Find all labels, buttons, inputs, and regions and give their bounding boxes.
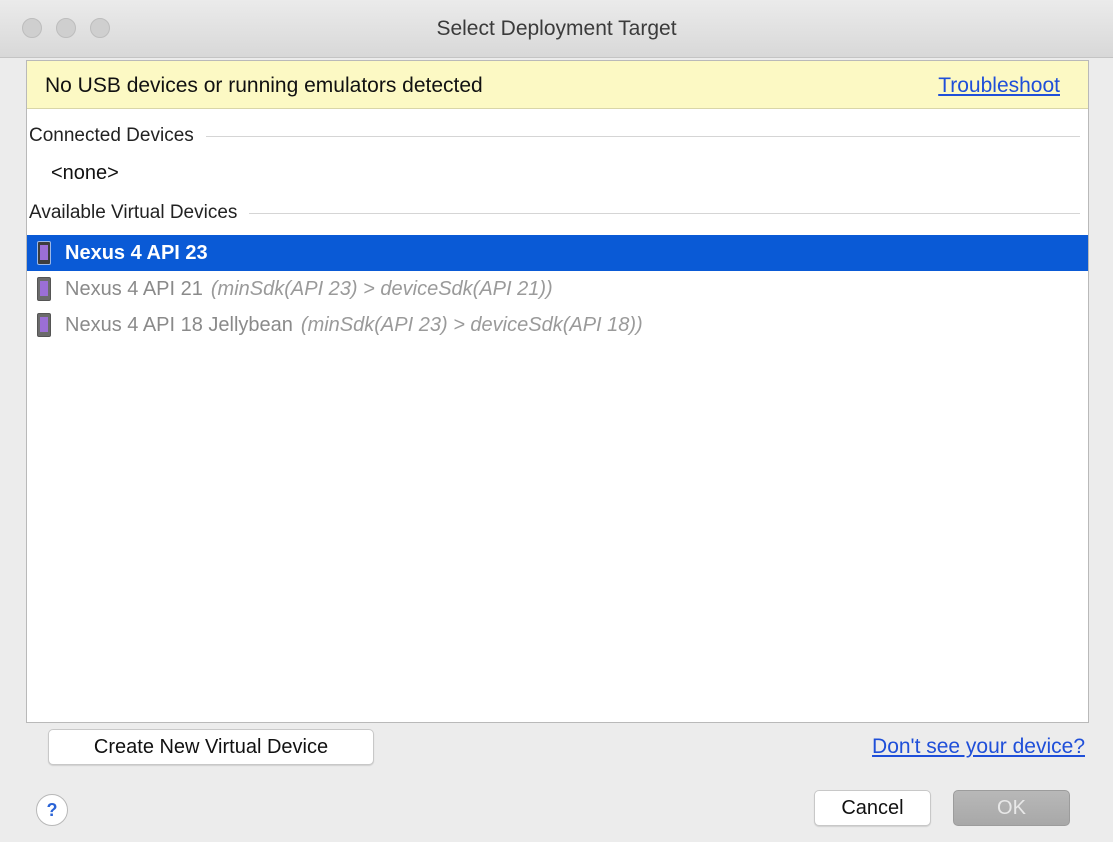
troubleshoot-link[interactable]: Troubleshoot — [938, 74, 1060, 98]
connected-devices-label: Connected Devices — [29, 125, 194, 146]
title-bar: Select Deployment Target — [0, 0, 1113, 58]
device-name: Nexus 4 API 21 — [65, 277, 203, 300]
device-row-nexus-4-api-23[interactable]: Nexus 4 API 23 — [27, 235, 1088, 271]
device-list-panel: No USB devices or running emulators dete… — [26, 60, 1089, 723]
help-icon[interactable]: ? — [36, 794, 68, 826]
device-row-nexus-4-api-21[interactable]: Nexus 4 API 21 (minSdk(API 23) > deviceS… — [27, 271, 1088, 307]
cancel-button[interactable]: Cancel — [814, 790, 931, 826]
phone-icon — [37, 313, 51, 337]
device-row-nexus-4-api-18-jellybean[interactable]: Nexus 4 API 18 Jellybean (minSdk(API 23)… — [27, 307, 1088, 343]
phone-icon — [37, 277, 51, 301]
connected-devices-header: Connected Devices — [29, 123, 1080, 149]
available-devices-header: Available Virtual Devices — [29, 200, 1080, 226]
device-incompatibility-reason: (minSdk(API 23) > deviceSdk(API 18)) — [300, 313, 643, 336]
device-name: Nexus 4 API 23 — [65, 241, 208, 264]
connected-devices-empty: <none> — [51, 162, 119, 184]
warning-text: No USB devices or running emulators dete… — [45, 74, 483, 97]
section-divider — [249, 212, 1080, 214]
phone-icon — [37, 241, 51, 265]
available-devices-label: Available Virtual Devices — [29, 202, 238, 223]
device-incompatibility-reason: (minSdk(API 23) > deviceSdk(API 21)) — [210, 277, 553, 300]
ok-button[interactable]: OK — [953, 790, 1070, 826]
create-new-virtual-device-button[interactable]: Create New Virtual Device — [48, 729, 374, 765]
device-name: Nexus 4 API 18 Jellybean — [65, 313, 293, 336]
dont-see-your-device-link[interactable]: Don't see your device? — [872, 735, 1085, 759]
window-title: Select Deployment Target — [436, 17, 677, 40]
section-divider — [205, 135, 1080, 137]
warning-banner: No USB devices or running emulators dete… — [27, 61, 1088, 109]
